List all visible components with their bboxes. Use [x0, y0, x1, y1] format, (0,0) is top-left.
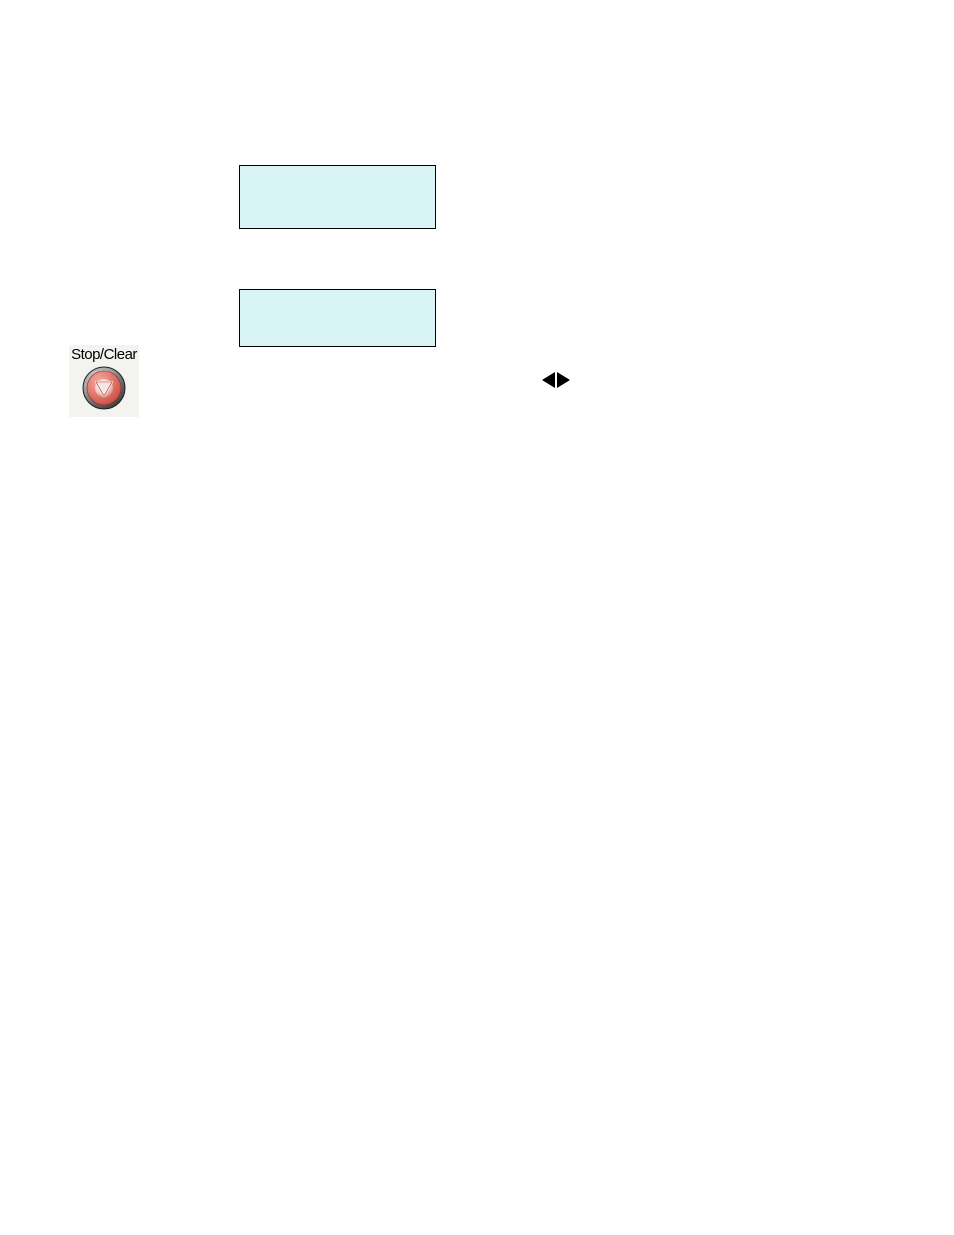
stop-icon — [82, 366, 126, 410]
stop-clear-label: Stop/Clear — [69, 345, 139, 363]
display-box-1 — [239, 165, 436, 229]
stop-clear-button[interactable]: Stop/Clear — [69, 345, 139, 417]
left-right-arrow-icon — [542, 371, 570, 389]
display-box-2 — [239, 289, 436, 347]
